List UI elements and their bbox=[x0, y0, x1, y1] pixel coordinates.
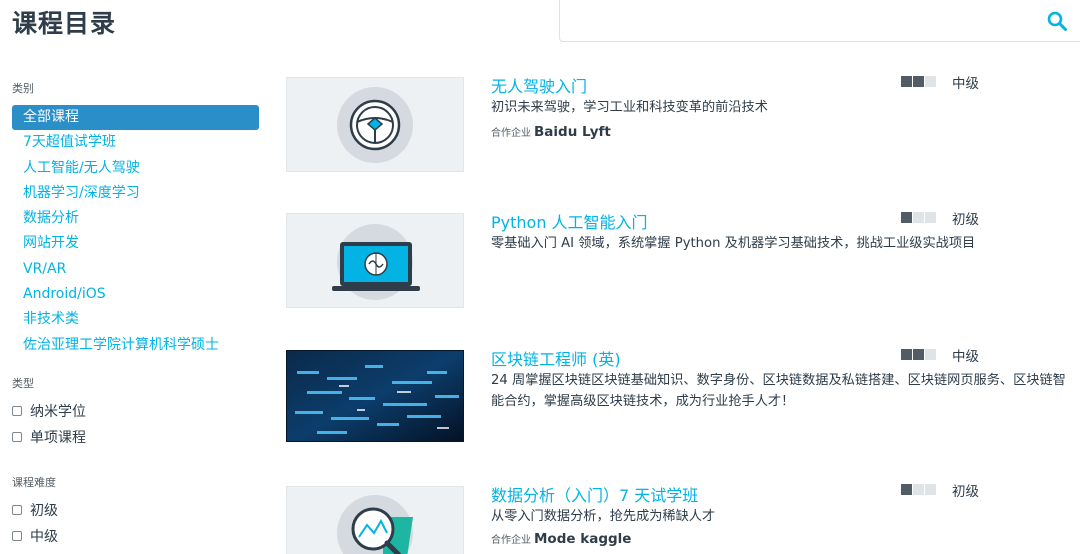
level-bar bbox=[913, 348, 924, 360]
category-item-vr[interactable]: VR/AR bbox=[12, 257, 259, 282]
laptop-brain-icon bbox=[332, 224, 420, 300]
level-indicator bbox=[901, 483, 937, 495]
level-bar bbox=[901, 483, 912, 495]
level-bar bbox=[913, 483, 924, 495]
level-label: 中级 bbox=[952, 76, 979, 92]
level-indicator bbox=[901, 75, 937, 87]
type-heading: 类型 bbox=[12, 377, 34, 390]
checkbox-label: 单项课程 bbox=[30, 430, 86, 446]
type-filter-nanodegree[interactable]: 纳米学位 bbox=[12, 401, 86, 421]
search-input[interactable] bbox=[570, 8, 1030, 34]
checkbox-label: 中级 bbox=[30, 529, 58, 545]
search-box[interactable] bbox=[559, 0, 1080, 42]
level-bar bbox=[925, 75, 936, 87]
steering-wheel-icon bbox=[337, 87, 413, 163]
checkbox[interactable] bbox=[12, 432, 22, 442]
level-bar bbox=[901, 75, 912, 87]
course-description: 从零入门数据分析，抢先成为稀缺人才 bbox=[491, 509, 716, 524]
checkbox[interactable] bbox=[12, 505, 22, 515]
difficulty-filter-intermediate[interactable]: 中级 bbox=[12, 526, 58, 546]
category-list: 全部课程 7天超值试学班 人工智能/无人驾驶 机器学习/深度学习 数据分析 网站… bbox=[12, 105, 259, 358]
course-description: 初识未来驾驶，学习工业和科技变革的前沿技术 bbox=[491, 100, 768, 115]
category-item-data[interactable]: 数据分析 bbox=[12, 206, 259, 231]
level-indicator bbox=[901, 348, 937, 360]
checkbox[interactable] bbox=[12, 531, 22, 541]
magnifier-chart-icon bbox=[337, 495, 413, 554]
blockchain-image bbox=[287, 351, 463, 441]
course-thumbnail[interactable] bbox=[286, 350, 464, 442]
category-item-nontech[interactable]: 非技术类 bbox=[12, 307, 259, 332]
partner-label: 合作企业 bbox=[491, 128, 531, 139]
partner-label: 合作企业 bbox=[491, 535, 531, 546]
search-icon[interactable] bbox=[1046, 10, 1068, 32]
level-bar bbox=[925, 211, 936, 223]
category-heading: 类别 bbox=[12, 82, 34, 95]
course-thumbnail[interactable] bbox=[286, 213, 464, 308]
category-item-web[interactable]: 网站开发 bbox=[12, 231, 259, 256]
level-indicator bbox=[901, 211, 937, 223]
difficulty-heading: 课程难度 bbox=[12, 476, 56, 489]
category-item-all[interactable]: 全部课程 bbox=[12, 105, 259, 131]
course-description: 24 周掌握区块链区块链基础知识、数字身份、区块链数据及私链搭建、区块链网页服务… bbox=[491, 373, 1066, 409]
level-label: 中级 bbox=[952, 349, 979, 365]
level-label: 初级 bbox=[952, 212, 979, 228]
category-item-trial[interactable]: 7天超值试学班 bbox=[12, 130, 259, 155]
course-title[interactable]: 无人驾驶入门 bbox=[491, 73, 587, 97]
checkbox-label: 纳米学位 bbox=[30, 404, 86, 420]
course-partner: 合作企业 Baidu Lyft bbox=[491, 124, 611, 140]
category-item-ai[interactable]: 人工智能/无人驾驶 bbox=[12, 156, 259, 181]
partner-names: Mode kaggle bbox=[534, 531, 632, 547]
course-title[interactable]: Python 人工智能入门 bbox=[491, 209, 648, 233]
partner-names: Baidu Lyft bbox=[534, 124, 611, 140]
course-title[interactable]: 区块链工程师 (英) bbox=[491, 346, 621, 370]
course-thumbnail[interactable] bbox=[286, 486, 464, 554]
level-bar bbox=[913, 211, 924, 223]
category-item-gatech[interactable]: 佐治亚理工学院计算机科学硕士 bbox=[12, 333, 259, 358]
course-partner: 合作企业 Mode kaggle bbox=[491, 531, 631, 547]
level-bar bbox=[925, 348, 936, 360]
category-item-mobile[interactable]: Android/iOS bbox=[12, 282, 259, 307]
checkbox-label: 初级 bbox=[30, 503, 58, 519]
page-title: 课程目录 bbox=[12, 9, 117, 38]
category-item-ml[interactable]: 机器学习/深度学习 bbox=[12, 181, 259, 206]
level-bar bbox=[901, 348, 912, 360]
checkbox[interactable] bbox=[12, 406, 22, 416]
level-bar bbox=[925, 483, 936, 495]
level-bar bbox=[913, 75, 924, 87]
level-label: 初级 bbox=[952, 484, 979, 500]
course-description: 零基础入门 AI 领域，系统掌握 Python 及机器学习基础技术，挑战工业级实… bbox=[491, 236, 976, 251]
course-title[interactable]: 数据分析（入门）7 天试学班 bbox=[491, 482, 698, 506]
difficulty-filter-beginner[interactable]: 初级 bbox=[12, 500, 58, 520]
course-thumbnail[interactable] bbox=[286, 77, 464, 172]
level-bar bbox=[901, 211, 912, 223]
type-filter-single-course[interactable]: 单项课程 bbox=[12, 427, 86, 447]
